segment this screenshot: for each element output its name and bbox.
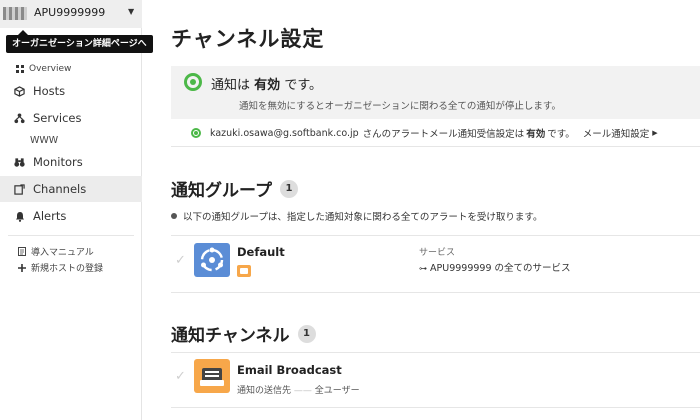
mail-status-icon (191, 128, 201, 138)
sidebar-item-alerts[interactable]: Alerts (0, 203, 142, 229)
org-name[interactable]: APU9999999 (34, 6, 105, 19)
sidebar-link-new-host[interactable]: 新規ホストの登録 (18, 261, 103, 274)
page-title: チャンネル設定 (171, 27, 325, 51)
channels-count-badge: 1 (297, 324, 316, 343)
sidebar-item-services[interactable]: Services (0, 105, 142, 131)
email-channel-badge-icon (237, 265, 251, 277)
separator: —— (293, 386, 312, 396)
checkmark-icon[interactable]: ✓ (175, 369, 186, 384)
status-prefix: 通知は (211, 78, 251, 93)
notification-status-desc: 通知を無効にするとオーガニゼーションに関わる全ての通知が停止します。 (239, 101, 561, 112)
groups-count-badge: 1 (279, 179, 298, 198)
notification-status-text: 通知は 有効 です。 (211, 74, 322, 93)
org-switcher[interactable]: APU9999999 ▼ (0, 0, 142, 28)
status-suffix: です。 (284, 78, 323, 93)
mail-setting-line: kazuki.osawa@g.softbank.co.jp さんのアラートメール… (191, 126, 658, 140)
sidebar-item-label: Services (33, 111, 82, 125)
divider (171, 146, 700, 147)
group-service-label: サービス (419, 248, 456, 258)
bullet-icon (171, 213, 177, 219)
notification-status-panel: 通知は 有効 です。 通知を無効にするとオーガニゼーションに関わる全ての通知が停… (171, 66, 700, 119)
sidebar-item-label: Channels (33, 182, 87, 196)
channel-icon (14, 183, 25, 195)
groups-desc-text: 以下の通知グループは、指定した通知対象に関わる全てのアラートを受け取ります。 (183, 212, 543, 223)
groups-section-title: 通知グループ 1 (171, 176, 298, 201)
document-icon (18, 247, 26, 256)
channel-destination: 通知の送信先 —— 全ユーザー (237, 383, 360, 396)
mail-settings-link[interactable]: メール通知設定 (583, 126, 650, 140)
sidebar-divider (8, 235, 134, 236)
mail-status-suffix: です。 (547, 129, 575, 140)
sidebar-item-overview[interactable]: Overview (16, 64, 71, 74)
caret-down-icon[interactable]: ▼ (128, 7, 134, 16)
group-row[interactable]: ✓ Default サービス ⊶ APU9999999 の全てのサービス (171, 235, 700, 293)
binoculars-icon (14, 157, 25, 168)
channel-dest-label: 通知の送信先 (237, 386, 292, 396)
main-content: チャンネル設定 通知は 有効 です。 通知を無効にするとオーガニゼーションに関わ… (143, 0, 700, 420)
triangle-right-icon[interactable]: ▶ (652, 129, 657, 137)
plus-icon (18, 263, 26, 272)
groups-description: 以下の通知グループは、指定した通知対象に関わる全てのアラートを受け取ります。 (171, 209, 542, 223)
sidebar-link-manual[interactable]: 導入マニュアル (18, 245, 94, 258)
sidebar-link-label: 導入マニュアル (31, 248, 94, 258)
channels-title: 通知チャンネル (171, 326, 290, 346)
mail-status-text: さんのアラートメール通知受信設定は (362, 129, 525, 140)
sidebar-item-monitors[interactable]: Monitors (0, 149, 142, 175)
channel-dest-value: 全ユーザー (314, 386, 360, 396)
sidebar-item-label: Overview (29, 64, 72, 74)
sitemap-icon (14, 112, 25, 124)
sidebar-item-hosts[interactable]: Hosts (0, 78, 142, 104)
mail-status-value: 有効 (526, 129, 546, 140)
group-icon (194, 243, 230, 277)
grid-icon (16, 65, 24, 73)
sidebar: APU9999999 ▼ オーガニゼーション詳細ページへ Overview Ho… (0, 0, 153, 420)
channel-row[interactable]: ✓ Email Broadcast 通知の送信先 —— 全ユーザー (171, 352, 700, 408)
group-service-value: ⊶ APU9999999 の全てのサービス (419, 260, 571, 274)
checkmark-icon[interactable]: ✓ (175, 253, 186, 268)
sidebar-service-www[interactable]: WWW (30, 135, 58, 146)
sidebar-item-label: Hosts (33, 84, 66, 98)
sidebar-item-label: Monitors (33, 155, 83, 169)
bell-icon (14, 211, 25, 222)
status-on-icon[interactable] (184, 73, 202, 91)
user-email: kazuki.osawa@g.softbank.co.jp (210, 127, 359, 139)
channels-section-title: 通知チャンネル 1 (171, 321, 316, 346)
sitemap-small-icon: ⊶ (419, 264, 427, 273)
channel-name[interactable]: Email Broadcast (237, 363, 342, 377)
sidebar-item-channels[interactable]: Channels (0, 176, 142, 202)
cube-icon (14, 85, 25, 97)
groups-title: 通知グループ (171, 181, 272, 201)
sidebar-item-label: Alerts (33, 209, 67, 223)
email-channel-icon (194, 359, 230, 393)
sidebar-link-label: 新規ホストの登録 (31, 264, 104, 274)
org-tooltip: オーガニゼーション詳細ページへ (6, 30, 153, 53)
group-service-text: APU9999999 の全てのサービス (430, 263, 571, 274)
org-logo (3, 7, 27, 20)
status-value: 有効 (254, 78, 281, 93)
group-name[interactable]: Default (237, 245, 285, 259)
